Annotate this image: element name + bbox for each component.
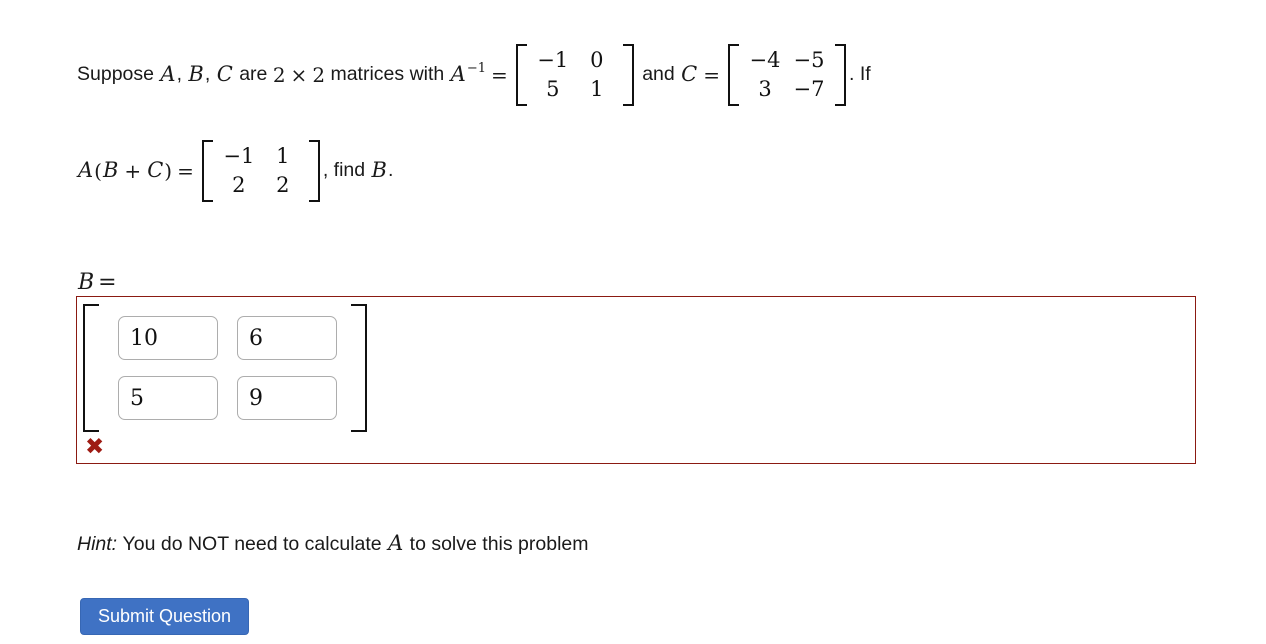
paren-open: ( (94, 158, 102, 183)
matrix-c: −4 −5 3 −7 (728, 44, 847, 106)
matrix-input-b21[interactable] (118, 376, 218, 420)
bracket-right-icon (622, 44, 634, 106)
matrix-cell: 0 (590, 48, 604, 72)
variable-c: C (681, 62, 698, 87)
statement-text: , find (322, 159, 366, 182)
bracket-left-icon (728, 44, 740, 106)
equals-sign: = (703, 62, 721, 87)
a-inverse-exponent: −1 (466, 61, 487, 77)
matrix-cell: −1 (223, 144, 255, 168)
variable-a: A (160, 62, 176, 87)
a-inverse-base: A (450, 62, 466, 87)
matrix-a-b-plus-c: −1 1 2 2 (201, 140, 320, 202)
problem-statement-line-2: A(B + C) = −1 1 2 2 , find B. (77, 140, 393, 202)
answer-label: B = (78, 270, 117, 295)
matrix-cell: −7 (793, 76, 825, 101)
variable-b: B (102, 158, 119, 183)
matrix-cell: 1 (590, 76, 604, 101)
comma: , (204, 63, 211, 86)
answer-label-equals: = (98, 270, 117, 295)
hint-text: Hint: You do NOT need to calculate A to … (77, 531, 589, 556)
matrix-input-b11[interactable] (118, 316, 218, 360)
answer-box: ✖ (76, 296, 1196, 464)
hint-label: Hint: (77, 533, 118, 555)
variable-a: A (78, 158, 94, 183)
bracket-left-icon (515, 44, 527, 106)
cross-mark-icon: ✖ (85, 434, 105, 460)
variable-c: C (147, 158, 164, 183)
hint-body-after: to solve this problem (409, 533, 589, 555)
matrix-cell: 2 (232, 172, 246, 197)
variable-b: B (371, 158, 387, 183)
plus-sign: + (124, 158, 142, 183)
matrix-cell: 3 (758, 76, 772, 101)
variable-b: B (188, 62, 204, 87)
matrix-cell: 5 (546, 76, 560, 101)
matrix-cell: −1 (537, 48, 569, 72)
statement-text: matrices with (330, 63, 445, 86)
statement-text: and (642, 63, 675, 86)
variable-a: A (388, 531, 404, 555)
statement-text: . If (849, 63, 871, 86)
hint-body-before: You do NOT need to calculate (122, 533, 382, 555)
bracket-right-icon (835, 44, 847, 106)
matrix-cell: −4 (749, 48, 781, 72)
times-symbol: × (290, 62, 308, 87)
statement-text: Suppose (77, 63, 154, 86)
paren-close: ) (164, 158, 173, 183)
answer-matrix (83, 304, 367, 432)
variable-c: C (216, 62, 233, 87)
answer-label-variable: B (78, 270, 95, 295)
equals-sign: = (177, 158, 194, 183)
dimension-cols: 2 (312, 62, 326, 87)
matrix-cell: 2 (276, 172, 290, 197)
equals-sign: = (491, 62, 508, 87)
submit-question-button[interactable]: Submit Question (80, 598, 250, 635)
problem-statement-line-1: Suppose A, B, C are 2 × 2 matrices with A −… (77, 44, 871, 106)
matrix-input-b12[interactable] (237, 316, 337, 360)
statement-text: are (239, 63, 268, 86)
bracket-left-icon (83, 304, 99, 432)
matrix-input-b22[interactable] (237, 376, 337, 420)
bracket-left-icon (201, 140, 213, 202)
bracket-right-icon (351, 304, 367, 432)
question-page: Suppose A, B, C are 2 × 2 matrices with A −… (0, 0, 1266, 644)
matrix-cell: 1 (276, 144, 290, 168)
matrix-cell: −5 (793, 48, 825, 72)
period: . (387, 159, 394, 182)
comma: , (176, 63, 182, 86)
bracket-right-icon (308, 140, 320, 202)
dimension-rows: 2 (272, 62, 286, 87)
matrix-a-inverse: −1 0 5 1 (515, 44, 634, 106)
answer-input-grid (99, 304, 351, 432)
